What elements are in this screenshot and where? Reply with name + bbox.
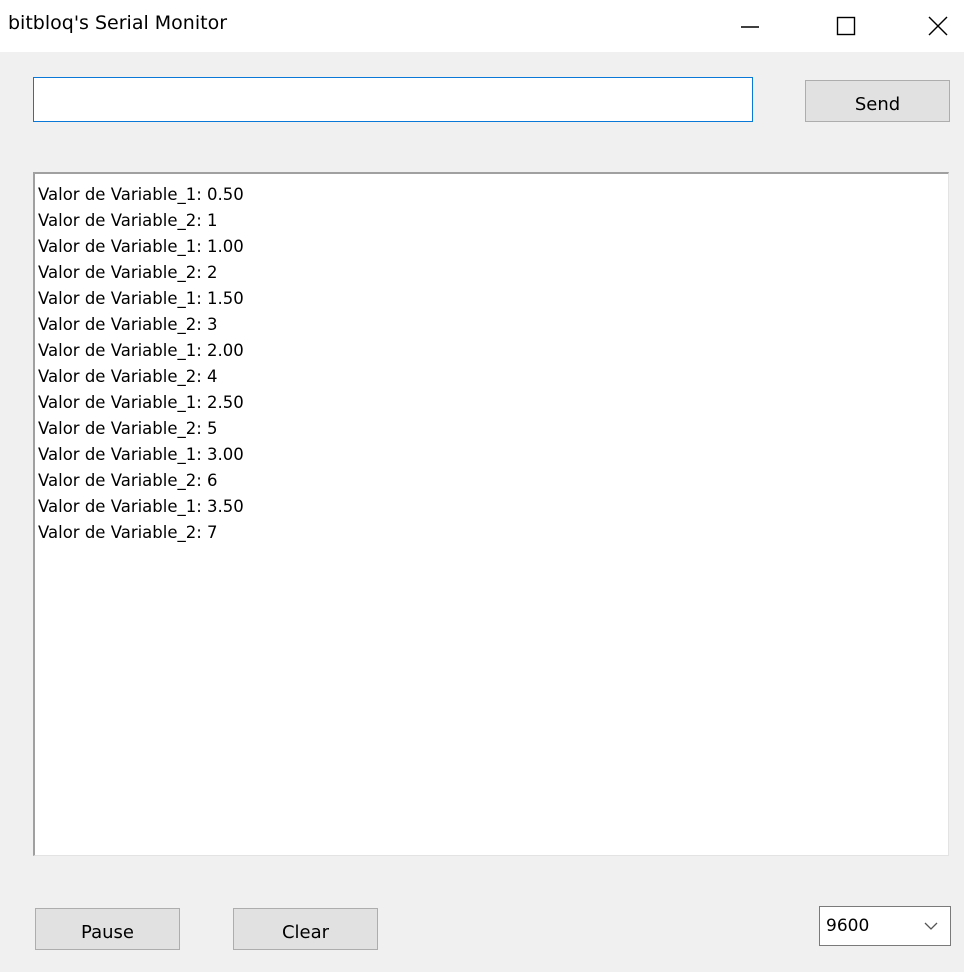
output-line: Valor de Variable_2: 6 <box>38 471 218 490</box>
output-line: Valor de Variable_1: 2.50 <box>38 393 244 412</box>
pause-button-label: Pause <box>81 921 134 943</box>
clear-button-label: Clear <box>281 921 330 943</box>
window-title: bitbloq's Serial Monitor <box>8 12 228 34</box>
chevron-down-icon <box>924 922 938 930</box>
output-line: Valor de Variable_2: 1 <box>38 211 218 230</box>
send-button-label: Send <box>854 93 901 115</box>
output-line: Valor de Variable_1: 1.50 <box>38 289 244 308</box>
output-line: Valor de Variable_1: 1.00 <box>38 237 244 256</box>
minimize-icon <box>741 26 759 28</box>
output-line: Valor de Variable_1: 2.00 <box>38 341 244 360</box>
maximize-icon <box>836 16 856 36</box>
output-line: Valor de Variable_2: 7 <box>38 523 218 542</box>
output-lines: Valor de Variable_1: 0.50 Valor de Varia… <box>38 182 244 546</box>
baud-rate-select[interactable]: 9600 <box>819 906 951 946</box>
output-line: Valor de Variable_1: 0.50 <box>38 185 244 204</box>
minimize-button[interactable] <box>702 0 798 52</box>
maximize-button[interactable] <box>798 0 894 52</box>
output-line: Valor de Variable_2: 5 <box>38 419 218 438</box>
clear-button[interactable]: Clear <box>233 908 378 950</box>
output-line: Valor de Variable_1: 3.00 <box>38 445 244 464</box>
send-button[interactable]: Send <box>805 80 950 122</box>
output-line: Valor de Variable_2: 4 <box>38 367 218 386</box>
output-line: Valor de Variable_2: 2 <box>38 263 218 282</box>
output-line: Valor de Variable_1: 3.50 <box>38 497 244 516</box>
close-icon <box>928 16 948 36</box>
pause-button[interactable]: Pause <box>35 908 180 950</box>
send-input[interactable] <box>33 77 753 122</box>
baud-rate-value: 9600 <box>826 916 870 936</box>
close-button[interactable] <box>890 0 964 52</box>
output-line: Valor de Variable_2: 3 <box>38 315 218 334</box>
serial-output[interactable]: Valor de Variable_1: 0.50 Valor de Varia… <box>33 172 949 856</box>
title-bar: bitbloq's Serial Monitor <box>0 0 964 52</box>
